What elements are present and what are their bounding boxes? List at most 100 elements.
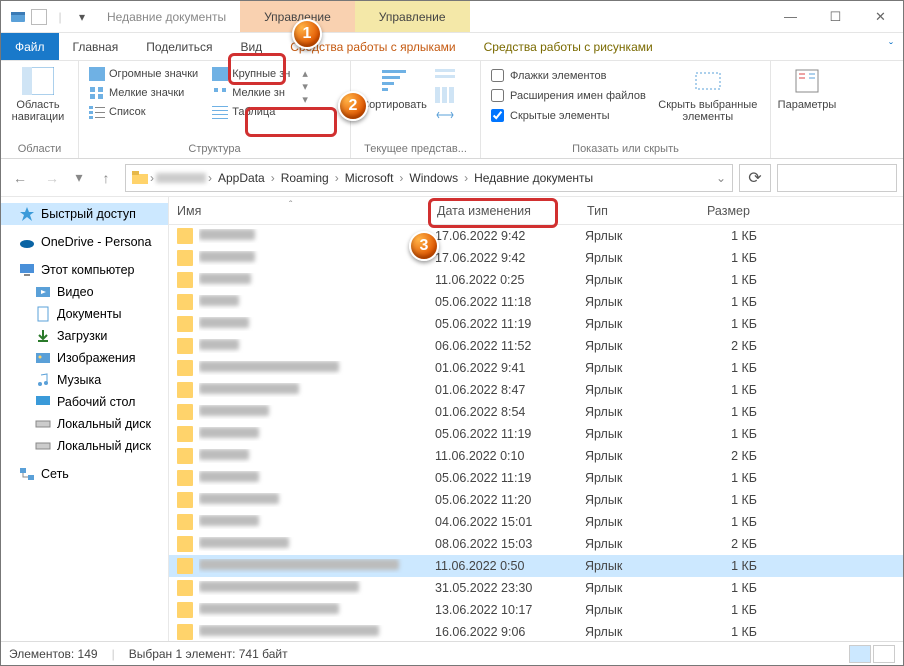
recent-dropdown[interactable]: ▾ [71,165,87,191]
add-columns-icon[interactable] [435,87,455,103]
layout-list[interactable]: Список [85,104,202,120]
tree-disk-1[interactable]: Локальный диск [1,413,168,435]
table-row[interactable]: 01.06.2022 8:47 Ярлык 1 КБ [169,379,903,401]
tab-view[interactable]: Вид [226,33,276,60]
column-date[interactable]: Дата изменения [429,204,579,218]
quick-access-toolbar: | ▾ [1,8,99,26]
table-row[interactable]: 01.06.2022 9:41 Ярлык 1 КБ [169,357,903,379]
size-columns-icon[interactable] [435,107,455,123]
video-icon [35,284,51,300]
drive-icon [35,438,51,454]
large-icons-icon [212,67,228,81]
back-button[interactable]: ← [7,165,33,191]
breadcrumb[interactable]: › › AppData› Roaming› Microsoft› Windows… [125,164,733,192]
group-label-current-view: Текущее представ... [357,142,474,158]
table-row[interactable]: 05.06.2022 11:19 Ярлык 1 КБ [169,423,903,445]
table-row[interactable]: 31.05.2022 23:30 Ярлык 1 КБ [169,577,903,599]
qat-dropdown-icon[interactable]: ▾ [73,8,91,26]
ribbon-collapse-icon[interactable]: ˇ [879,33,903,60]
layout-tiny[interactable]: Мелкие зн [208,85,294,101]
downloads-icon [35,328,51,344]
tree-onedrive[interactable]: OneDrive - Persona [1,231,168,253]
layout-large[interactable]: Крупные зн [208,66,294,82]
qat-select-icon[interactable] [31,9,47,25]
file-icon [177,404,193,420]
group-label-layout: Структура [85,142,344,158]
table-row[interactable]: 16.06.2022 9:06 Ярлык 1 КБ [169,621,903,643]
nav-pane-icon [22,65,54,97]
up-button[interactable]: ↑ [93,165,119,191]
refresh-button[interactable]: ⟳ [739,164,771,192]
hide-selected-icon [692,65,724,97]
tree-music[interactable]: Музыка [1,369,168,391]
maximize-button[interactable]: ☐ [813,2,858,32]
file-icon [177,294,193,310]
network-icon [19,466,35,482]
checkbox-item-checkboxes[interactable]: Флажки элементов [487,67,650,84]
tab-share[interactable]: Поделиться [132,33,226,60]
tree-this-pc[interactable]: Этот компьютер [1,259,168,281]
table-row[interactable]: 11.06.2022 0:50 Ярлык 1 КБ [169,555,903,577]
table-row[interactable]: 17.06.2022 9:42 Ярлык 1 КБ [169,225,903,247]
sort-button[interactable]: Сортировать [357,63,431,111]
view-details-button[interactable] [849,645,871,663]
column-name[interactable]: Имяˆ [169,204,429,218]
minimize-button[interactable]: — [768,2,813,32]
tree-documents[interactable]: Документы [1,303,168,325]
table-row[interactable]: 08.06.2022 15:03 Ярлык 2 КБ [169,533,903,555]
tree-pictures[interactable]: Изображения [1,347,168,369]
table-row[interactable]: 05.06.2022 11:20 Ярлык 1 КБ [169,489,903,511]
tree-network[interactable]: Сеть [1,463,168,485]
table-row[interactable]: 01.06.2022 8:54 Ярлык 1 КБ [169,401,903,423]
layout-scroll-down-icon[interactable]: ▾ [302,80,308,93]
table-row[interactable]: 17.06.2022 9:42 Ярлык 1 КБ [169,247,903,269]
close-button[interactable]: ✕ [858,2,903,32]
tree-disk-2[interactable]: Локальный диск [1,435,168,457]
table-row[interactable]: 13.06.2022 10:17 Ярлык 1 КБ [169,599,903,621]
table-row[interactable]: 05.06.2022 11:19 Ярлык 1 КБ [169,467,903,489]
music-icon [35,372,51,388]
column-type[interactable]: Тип [579,204,699,218]
group-by-icon[interactable] [435,67,455,83]
layout-scroll-up-icon[interactable]: ▴ [302,67,308,80]
checkbox-extensions[interactable]: Расширения имен файлов [487,87,650,104]
tab-file[interactable]: Файл [1,33,59,60]
hide-selected-button[interactable]: Скрыть выбранные элементы [658,63,758,123]
callout-3: 3 [409,231,439,261]
table-row[interactable]: 11.06.2022 0:10 Ярлык 2 КБ [169,445,903,467]
tab-picture-tools[interactable]: Средства работы с рисунками [470,33,667,60]
search-input[interactable] [777,164,897,192]
file-icon [177,514,193,530]
context-tab-picture[interactable]: Управление [355,1,470,32]
layout-table[interactable]: Таблица [208,104,294,120]
options-button[interactable]: Параметры [777,63,837,111]
file-list: Имяˆ Дата изменения Тип Размер 17.06.202… [169,197,903,643]
tree-desktop[interactable]: Рабочий стол [1,391,168,413]
tree-video[interactable]: Видео [1,281,168,303]
explorer-icon [9,8,27,26]
tab-home[interactable]: Главная [59,33,133,60]
checkbox-hidden[interactable]: Скрытые элементы [487,107,650,124]
nav-pane-button[interactable]: Область навигации [7,63,69,123]
table-row[interactable]: 06.06.2022 11:52 Ярлык 2 КБ [169,335,903,357]
file-icon [177,602,193,618]
address-dropdown-icon[interactable]: ⌄ [716,171,726,185]
layout-huge[interactable]: Огромные значки [85,66,202,82]
file-icon [177,536,193,552]
table-row[interactable]: 04.06.2022 15:01 Ярлык 1 КБ [169,511,903,533]
tree-downloads[interactable]: Загрузки [1,325,168,347]
tree-quick-access[interactable]: Быстрый доступ [1,203,168,225]
column-size[interactable]: Размер [699,204,779,218]
view-large-button[interactable] [873,645,895,663]
layout-small[interactable]: Мелкие значки [85,85,202,101]
address-bar: ← → ▾ ↑ › › AppData› Roaming› Microsoft›… [1,159,903,197]
status-selection: Выбран 1 элемент: 741 байт [129,647,288,661]
desktop-icon [35,394,51,410]
forward-button[interactable]: → [39,165,65,191]
layout-expand-icon[interactable]: ▾ [302,93,308,106]
table-row[interactable]: 05.06.2022 11:19 Ярлык 1 КБ [169,313,903,335]
table-row[interactable]: 11.06.2022 0:25 Ярлык 1 КБ [169,269,903,291]
table-row[interactable]: 05.06.2022 11:18 Ярлык 1 КБ [169,291,903,313]
file-icon [177,382,193,398]
small-icons-icon [89,86,105,100]
